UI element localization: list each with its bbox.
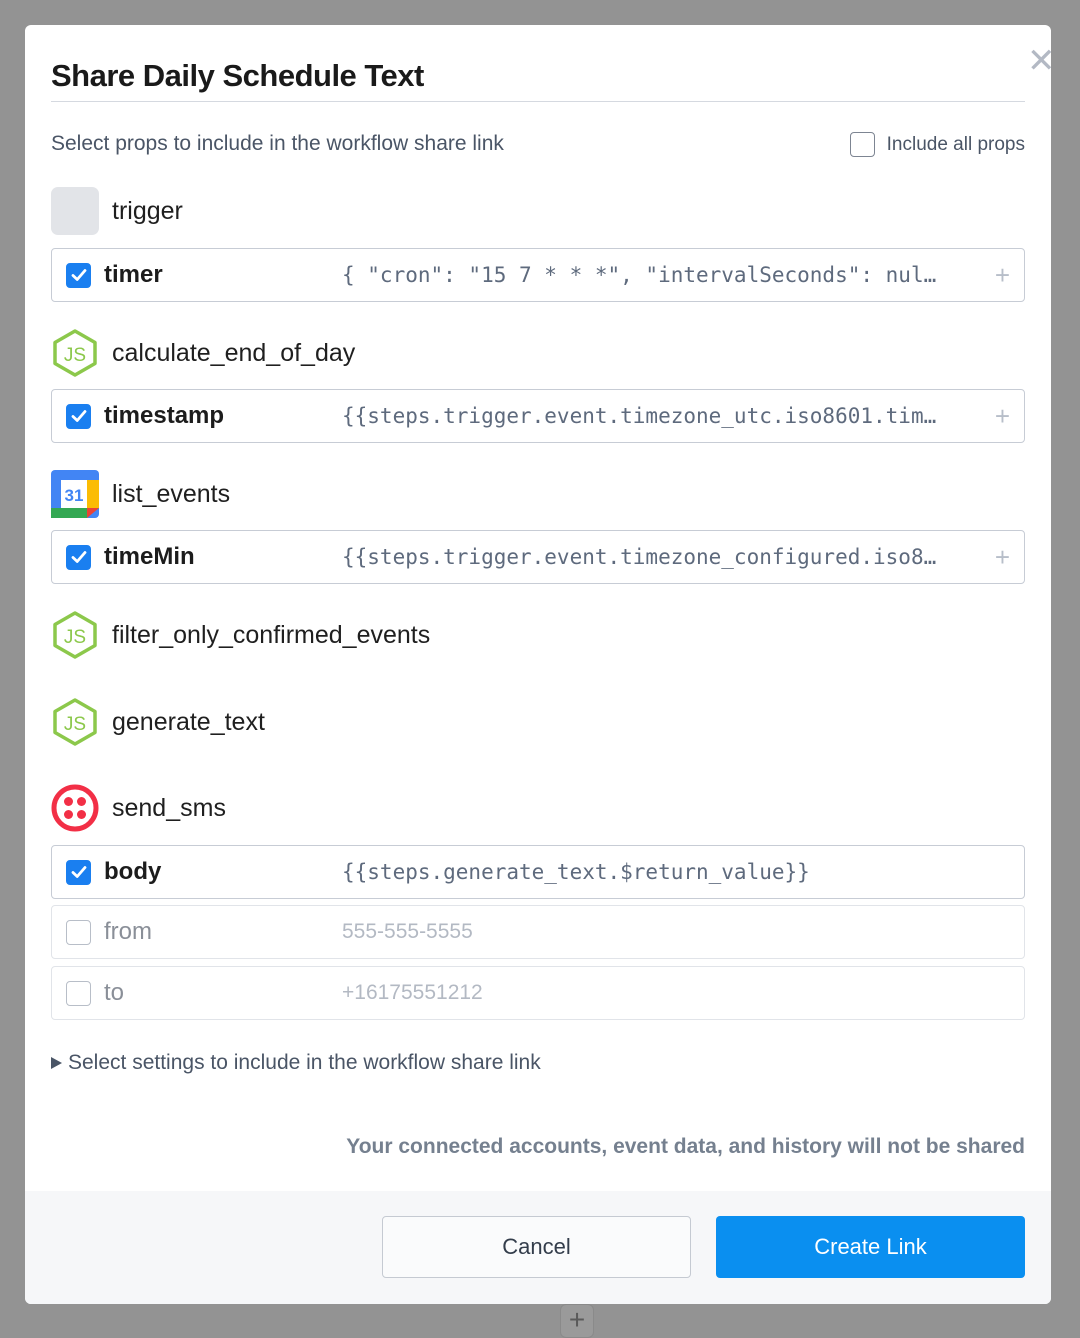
step-list-events: 31 list_events: [51, 470, 230, 518]
prop-value: {{steps.trigger.event.timezone_configure…: [342, 545, 937, 569]
prop-name: body: [104, 858, 162, 885]
checkmark-icon: [71, 269, 86, 281]
prop-name: from: [104, 918, 152, 945]
cancel-button[interactable]: Cancel: [382, 1216, 691, 1278]
step-send-sms: send_sms: [51, 784, 226, 832]
expand-plus-icon[interactable]: +: [995, 403, 1010, 429]
expand-plus-icon[interactable]: +: [995, 262, 1010, 288]
add-step-button[interactable]: +: [560, 1304, 594, 1338]
checkmark-icon: [71, 410, 86, 422]
dialog-title: Share Daily Schedule Text: [51, 58, 424, 93]
step-name: generate_text: [112, 707, 265, 736]
prop-row-body[interactable]: body {{steps.generate_text.$return_value…: [51, 845, 1025, 899]
step-filter-only-confirmed-events: JS filter_only_confirmed_events: [51, 611, 430, 659]
prop-checkbox[interactable]: [66, 980, 91, 1006]
checkmark-icon: [71, 551, 86, 563]
prop-value: {{steps.trigger.event.timezone_utc.iso86…: [342, 404, 937, 428]
prop-row-to[interactable]: to +16175551212: [51, 966, 1025, 1020]
nodejs-icon: JS: [51, 329, 99, 377]
svg-text:JS: JS: [64, 714, 86, 735]
prop-checkbox[interactable]: [66, 859, 91, 885]
prop-value: { "cron": "15 7 * * *", "intervalSeconds…: [342, 263, 937, 287]
prop-value: 555-555-5555: [342, 920, 473, 943]
twilio-icon: [51, 784, 99, 832]
svg-text:JS: JS: [64, 345, 86, 366]
settings-disclosure[interactable]: Select settings to include in the workfl…: [51, 1051, 541, 1075]
step-name: filter_only_confirmed_events: [112, 620, 431, 649]
prop-name: to: [104, 979, 125, 1006]
prop-name: timeMin: [104, 543, 195, 570]
step-name: send_sms: [112, 793, 226, 822]
step-name: calculate_end_of_day: [112, 338, 356, 367]
settings-disclosure-label: Select settings to include in the workfl…: [68, 1051, 541, 1074]
include-all-label: Include all props: [886, 133, 1025, 155]
step-name: list_events: [112, 479, 231, 508]
caret-right-icon: [51, 1057, 62, 1069]
prop-value: {{steps.generate_text.$return_value}}: [342, 860, 810, 884]
prop-checkbox[interactable]: [66, 544, 91, 570]
nodejs-icon: JS: [51, 698, 99, 746]
step-calculate-end-of-day: JS calculate_end_of_day: [51, 329, 355, 377]
step-generate-text: JS generate_text: [51, 698, 265, 746]
dialog-footer: Cancel Create Link: [25, 1191, 1051, 1304]
svg-text:JS: JS: [64, 627, 86, 648]
title-divider: [51, 101, 1025, 102]
share-dialog: Share Daily Schedule Text ✕ Select props…: [25, 25, 1051, 1304]
checkmark-icon: [71, 866, 86, 878]
prop-row-timer[interactable]: timer { "cron": "15 7 * * *", "intervalS…: [51, 248, 1025, 302]
props-subhead: Select props to include in the workflow …: [51, 132, 504, 155]
create-link-button[interactable]: Create Link: [716, 1216, 1025, 1278]
prop-name: timestamp: [104, 402, 225, 429]
prop-name: timer: [104, 261, 163, 288]
svg-text:31: 31: [65, 486, 84, 505]
nodejs-icon: JS: [51, 611, 99, 659]
prop-row-timestamp[interactable]: timestamp {{steps.trigger.event.timezone…: [51, 389, 1025, 443]
prop-row-from[interactable]: from 555-555-5555: [51, 905, 1025, 959]
prop-checkbox[interactable]: [66, 403, 91, 429]
prop-value: +16175551212: [342, 981, 483, 1004]
include-all-props[interactable]: Include all props: [849, 132, 1025, 157]
prop-checkbox[interactable]: [66, 262, 91, 288]
google-calendar-icon: 31: [51, 470, 99, 518]
prop-row-timemin[interactable]: timeMin {{steps.trigger.event.timezone_c…: [51, 530, 1025, 584]
expand-plus-icon[interactable]: +: [995, 544, 1010, 570]
close-icon[interactable]: ✕: [1027, 44, 1051, 78]
step-name: trigger: [112, 196, 183, 225]
privacy-notice: Your connected accounts, event data, and…: [346, 1135, 1025, 1158]
step-trigger: trigger: [51, 187, 183, 235]
include-all-checkbox[interactable]: [849, 132, 875, 157]
trigger-placeholder-icon: [51, 187, 99, 235]
prop-checkbox[interactable]: [66, 919, 91, 945]
